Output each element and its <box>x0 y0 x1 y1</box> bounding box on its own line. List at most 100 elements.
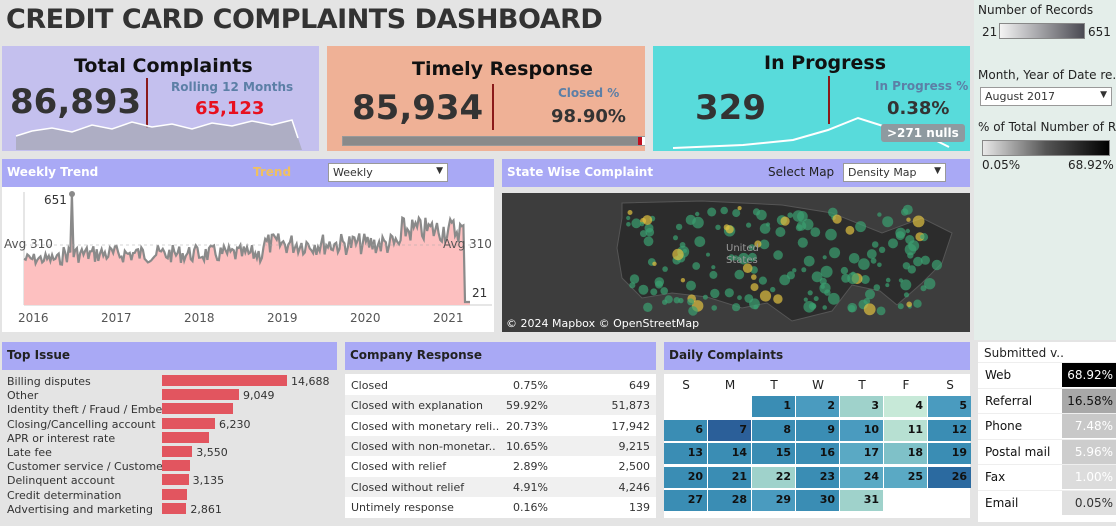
density-dot <box>897 303 904 310</box>
issue-bar[interactable] <box>162 389 239 401</box>
page-title: CREDIT CARD COMPLAINTS DASHBOARD <box>6 4 603 35</box>
calendar-day[interactable]: 7 <box>708 419 751 441</box>
calendar-day[interactable]: 10 <box>840 419 883 441</box>
submitted-row[interactable]: Referral 16.58% <box>978 387 1116 413</box>
calendar-day[interactable]: 3 <box>840 396 883 417</box>
response-label: Closed with non-monetar.. <box>351 439 496 453</box>
calendar-day[interactable]: 2 <box>796 396 839 417</box>
response-row[interactable]: Untimely response 0.16% 139 <box>345 496 656 517</box>
calendar-day[interactable]: 31 <box>840 490 883 511</box>
map-attribution: © 2024 Mapbox © OpenStreetMap <box>506 317 700 330</box>
submitted-pct: 68.92% <box>1062 363 1116 387</box>
calendar-day[interactable]: 23 <box>796 466 839 488</box>
kpi-divider <box>492 84 494 130</box>
calendar-day[interactable]: 4 <box>884 396 927 417</box>
calendar-day[interactable]: 13 <box>664 443 707 464</box>
calendar-day[interactable]: 16 <box>796 443 839 464</box>
density-dot <box>664 295 673 304</box>
submitted-row[interactable]: Web 68.92% <box>978 362 1116 387</box>
response-row[interactable]: Closed 0.75% 649 <box>345 375 656 395</box>
calendar-day[interactable]: 20 <box>664 466 707 488</box>
issue-bar[interactable] <box>162 446 193 457</box>
map-type-dropdown[interactable]: Density Map ▼ <box>843 163 946 182</box>
calendar-day[interactable]: 22 <box>752 466 795 488</box>
timely-response-card[interactable]: Timely Response 85,934 Closed % 98.90% <box>327 46 645 151</box>
density-dot <box>882 216 894 228</box>
submitted-row[interactable]: Email 0.05% <box>978 489 1116 515</box>
trend-granularity-dropdown[interactable]: Weekly ▼ <box>328 163 448 182</box>
year-tick: 2021 <box>433 311 464 325</box>
issue-bar[interactable] <box>162 403 234 415</box>
calendar-day[interactable]: 25 <box>884 466 927 488</box>
issue-bar[interactable] <box>162 460 191 472</box>
density-dot <box>720 206 728 215</box>
density-dot <box>709 270 718 279</box>
calendar-day[interactable]: 8 <box>752 419 795 441</box>
issue-bar[interactable] <box>162 502 187 514</box>
response-label: Closed with explanation <box>351 399 483 413</box>
calendar-day[interactable]: 27 <box>664 490 707 511</box>
response-row[interactable]: Closed without relief 4.91% 4,246 <box>345 476 656 497</box>
response-row[interactable]: Closed with non-monetar.. 10.65% 9,215 <box>345 435 656 456</box>
density-dot <box>888 238 898 249</box>
response-label: Closed without relief <box>351 480 465 494</box>
calendar-day[interactable]: 15 <box>752 443 795 464</box>
density-dot <box>822 255 827 260</box>
calendar-day[interactable]: 5 <box>928 396 971 417</box>
submitted-row[interactable]: Fax 1.00% <box>978 464 1116 489</box>
density-dot <box>845 225 855 235</box>
calendar-day[interactable]: 28 <box>708 490 751 511</box>
density-dot <box>906 217 911 222</box>
calendar-day[interactable]: 6 <box>664 419 707 441</box>
daily-complaints-calendar[interactable]: S M T W T F S 1 2 3 4 5 6 7 8 9 10 11 12 13 14 15 16 17 18 19 20 21… <box>664 374 971 518</box>
calendar-day[interactable]: 1 <box>752 396 795 417</box>
company-response-table[interactable]: Closed 0.75% 649 Closed with explanation 59.… <box>345 374 656 518</box>
response-row[interactable]: Closed with monetary reli.. 20.73% 17,942 <box>345 415 656 436</box>
issue-bar[interactable] <box>162 488 188 500</box>
response-row[interactable]: Closed with relief 2.89% 2,500 <box>345 456 656 477</box>
in-progress-card[interactable]: In Progress 329 In Progress % 0.38% >271… <box>653 46 970 151</box>
issue-label: Advertising and marketing <box>7 502 153 516</box>
calendar-day[interactable]: 9 <box>796 419 839 441</box>
density-map[interactable]: United States © 2024 Mapbox © OpenStreet… <box>502 193 970 332</box>
top-issue-header: Top Issue <box>2 342 337 370</box>
calendar-day[interactable]: 26 <box>928 466 971 488</box>
density-dot <box>855 221 867 233</box>
issue-value: 2,861 <box>190 502 222 516</box>
issue-bar[interactable] <box>162 375 287 386</box>
submitted-via-table[interactable]: Submitted v.. Web 68.92% Referral 16.58% Pho… <box>978 342 1116 522</box>
weekly-trend-chart[interactable]: 651 21 Avg 310 Avg 310 2016 2017 2018 2019 2… <box>2 187 494 332</box>
calendar-day[interactable]: 29 <box>752 490 795 511</box>
submitted-row[interactable]: Postal mail 5.96% <box>978 438 1116 464</box>
density-dot <box>797 237 808 248</box>
density-dot <box>711 265 716 270</box>
calendar-day[interactable]: 12 <box>928 419 971 441</box>
calendar-day[interactable]: 17 <box>840 443 883 464</box>
density-dot <box>825 228 837 241</box>
issue-bar[interactable] <box>162 474 189 486</box>
response-row[interactable]: Closed with explanation 59.92% 51,873 <box>345 395 656 416</box>
density-dot <box>847 272 859 285</box>
rolling-sparkline <box>15 119 302 150</box>
response-count: 139 <box>629 500 650 514</box>
top-issue-chart[interactable]: Billing disputes 14,688 Other 9,049 Identity… <box>2 372 337 522</box>
calendar-day[interactable]: 14 <box>708 443 751 464</box>
calendar-day[interactable]: 24 <box>840 466 883 488</box>
submitted-row[interactable]: Phone 7.48% <box>978 413 1116 438</box>
issue-bar[interactable] <box>162 431 209 443</box>
total-complaints-card[interactable]: Total Complaints 86,893 Rolling 12 Month… <box>2 46 319 151</box>
calendar-day[interactable]: 21 <box>708 466 751 488</box>
calendar-day[interactable]: 19 <box>928 443 971 464</box>
response-pct: 2.89% <box>513 460 548 474</box>
month-filter-dropdown[interactable]: August 2017 ▼ <box>980 87 1112 106</box>
nulls-indicator[interactable]: >271 nulls <box>881 124 965 142</box>
density-dot <box>906 301 912 308</box>
calendar-day[interactable]: 30 <box>796 490 839 511</box>
calendar-day[interactable]: 11 <box>884 419 927 441</box>
density-dot <box>758 276 767 285</box>
issue-row[interactable]: Advertising and marketing 2,861 <box>2 500 337 520</box>
density-dot <box>692 262 701 270</box>
issue-bar[interactable] <box>162 417 216 429</box>
density-dot <box>920 285 927 292</box>
calendar-day[interactable]: 18 <box>884 443 927 464</box>
